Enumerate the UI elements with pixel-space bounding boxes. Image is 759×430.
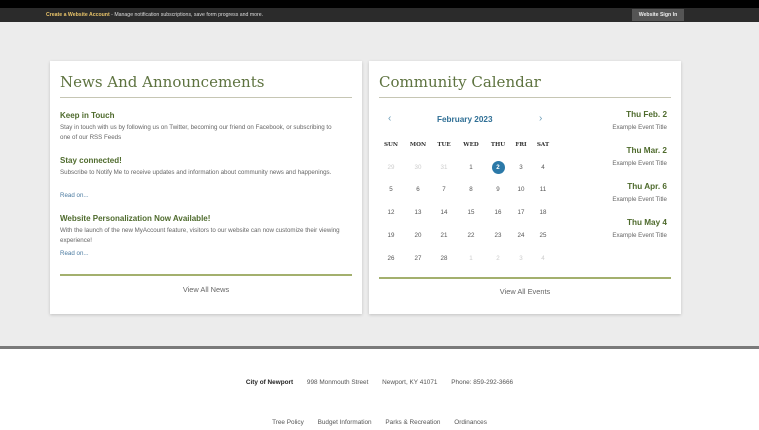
event-title[interactable]: Example Event Title [612, 160, 667, 167]
calendar-day[interactable]: 10 [509, 186, 533, 193]
event-title[interactable]: Example Event Title [612, 124, 667, 131]
calendar-day[interactable]: 26 [379, 255, 403, 262]
site-footer: City of Newport 998 Monmouth Street Newp… [0, 346, 759, 430]
event-title[interactable]: Example Event Title [612, 196, 667, 203]
weekday-label: FRI [515, 142, 527, 148]
calendar-day[interactable]: 17 [509, 209, 533, 216]
calendar-day[interactable]: 9 [486, 186, 510, 193]
news-item-title[interactable]: Website Personalization Now Available! [60, 214, 210, 223]
calendar-day[interactable]: 14 [432, 209, 456, 216]
calendar-month: February 2023 [437, 115, 493, 124]
calendar-day[interactable]: 12 [379, 209, 403, 216]
account-banner: Create a Website Account - Manage notifi… [46, 10, 263, 20]
event-date[interactable]: Thu May 4 [627, 218, 667, 227]
calendar-day[interactable]: 31 [432, 164, 456, 171]
event-date[interactable]: Thu Mar. 2 [627, 146, 668, 155]
event-date[interactable]: Thu Feb. 2 [626, 110, 667, 119]
calendar-day[interactable]: 25 [531, 232, 555, 239]
calendar-day[interactable]: 22 [459, 232, 483, 239]
news-item-text: With the launch of the new MyAccount fea… [60, 227, 340, 244]
news-title: News And Announcements [60, 73, 265, 91]
calendar-day[interactable]: 3 [509, 164, 533, 171]
calendar-day[interactable]: 19 [379, 232, 403, 239]
footer-citystate: Newport, KY 41071 [382, 379, 438, 386]
create-account-link[interactable]: Create a Website Account [46, 12, 110, 18]
news-item-title[interactable]: Keep in Touch [60, 111, 115, 120]
footer-city: City of Newport [245, 379, 294, 386]
calendar-day[interactable]: 6 [406, 186, 430, 193]
calendar-day-today[interactable]: 2 [491, 161, 505, 174]
read-on-link[interactable]: Read on... [60, 192, 89, 199]
calendar-day[interactable]: 15 [459, 209, 483, 216]
view-all-events-link[interactable]: View All Events [369, 287, 681, 296]
footer-contact: City of Newport 998 Monmouth Street Newp… [0, 379, 759, 386]
weekday-label: THU [490, 142, 506, 148]
calendar-day[interactable]: 16 [486, 209, 510, 216]
news-card: News And Announcements Keep in Touch Sta… [50, 61, 362, 314]
calendar-title: Community Calendar [379, 73, 541, 91]
calendar-day[interactable]: 5 [379, 186, 403, 193]
calendar-title-divider [379, 97, 671, 98]
weekday-label: SAT [536, 142, 550, 148]
calendar-day[interactable]: 8 [459, 186, 483, 193]
prev-month-icon[interactable]: ‹ [388, 113, 391, 124]
news-item-text: Subscribe to Notify Me to receive update… [60, 169, 332, 176]
calendar-day[interactable]: 11 [531, 186, 555, 193]
weekday-label: SUN [383, 142, 399, 148]
footer-address: 998 Monmouth Street [306, 379, 369, 386]
footer-link-tree-policy[interactable]: Tree Policy [272, 419, 304, 426]
footer-link-ordinances[interactable]: Ordinances [454, 419, 487, 426]
calendar-day[interactable]: 4 [531, 255, 555, 262]
calendar-day[interactable]: 1 [459, 255, 483, 262]
calendar-day[interactable]: 24 [509, 232, 533, 239]
event-date[interactable]: Thu Apr. 6 [627, 182, 667, 191]
news-footer-divider [60, 274, 352, 276]
calendar-card: Community Calendar ‹ February 2023 › SUN… [369, 61, 681, 314]
footer-phone: Phone: 859-292-3666 [451, 379, 514, 386]
calendar-day[interactable]: 27 [406, 255, 430, 262]
calendar-day[interactable]: 7 [432, 186, 456, 193]
sign-in-button[interactable]: Website Sign In [632, 9, 684, 21]
top-bar-strip: Create a Website Account - Manage notifi… [0, 8, 759, 22]
calendar-day[interactable]: 18 [531, 209, 555, 216]
calendar-day[interactable]: 21 [432, 232, 456, 239]
weekday-label: WED [463, 142, 479, 148]
footer-link-parks[interactable]: Parks & Recreation [385, 419, 440, 426]
news-item-text: Stay in touch with us by following us on… [60, 124, 332, 141]
news-title-divider [60, 97, 352, 98]
calendar-day[interactable]: 4 [531, 164, 555, 171]
footer-link-budget[interactable]: Budget Information [318, 419, 372, 426]
calendar-day[interactable]: 28 [432, 255, 456, 262]
view-all-news-link[interactable]: View All News [50, 285, 362, 294]
top-bar: Create a Website Account - Manage notifi… [0, 0, 759, 22]
event-title[interactable]: Example Event Title [612, 232, 667, 239]
calendar-day[interactable]: 23 [486, 232, 510, 239]
calendar-day[interactable]: 13 [406, 209, 430, 216]
news-item-title[interactable]: Stay connected! [60, 156, 122, 165]
calendar-day[interactable]: 29 [379, 164, 403, 171]
footer-links: Tree Policy Budget Information Parks & R… [0, 419, 759, 426]
weekday-label: MON [409, 142, 427, 148]
read-on-link[interactable]: Read on... [60, 250, 89, 257]
calendar-day[interactable]: 1 [459, 164, 483, 171]
next-month-icon[interactable]: › [539, 113, 542, 124]
calendar-day[interactable]: 3 [509, 255, 533, 262]
weekday-label: TUE [437, 142, 451, 148]
calendar-day[interactable]: 20 [406, 232, 430, 239]
calendar-day[interactable]: 30 [406, 164, 430, 171]
calendar-day[interactable]: 2 [486, 255, 510, 262]
calendar-footer-divider [379, 277, 671, 279]
account-banner-text: - Manage notification subscriptions, sav… [109, 12, 264, 18]
